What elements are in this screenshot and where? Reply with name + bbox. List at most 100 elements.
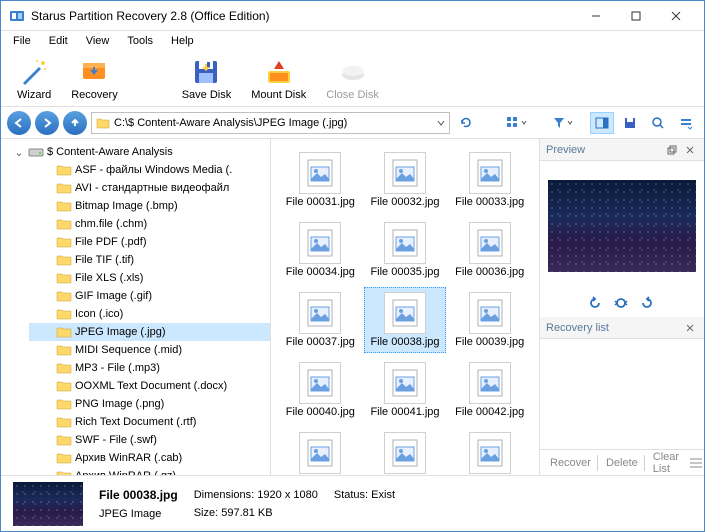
preview-title: Preview (546, 144, 585, 156)
tree-item[interactable]: GIF Image (.gif) (29, 287, 270, 305)
tree-item-label: Rich Text Document (.rtf) (75, 416, 196, 428)
file-item[interactable]: File 00040.jpg (279, 357, 362, 423)
mount-disk-button[interactable]: Mount Disk (243, 54, 314, 103)
close-button[interactable] (656, 2, 696, 30)
nav-forward-button[interactable] (35, 111, 59, 135)
recovery-button[interactable]: Recovery (63, 54, 125, 103)
options-button[interactable] (674, 112, 698, 134)
tree-item[interactable]: File XLS (.xls) (29, 269, 270, 287)
rotate-right-icon[interactable] (639, 295, 657, 313)
folder-icon (56, 451, 72, 465)
tree-item[interactable]: chm.file (.chm) (29, 215, 270, 233)
file-item[interactable]: File 00037.jpg (279, 287, 362, 353)
tree-item[interactable]: PNG Image (.png) (29, 395, 270, 413)
file-item[interactable]: File 00034.jpg (279, 217, 362, 283)
file-item[interactable]: File 00032.jpg (364, 147, 447, 213)
status-thumbnail (13, 482, 83, 526)
folder-icon (56, 397, 72, 411)
tree-item[interactable]: OOXML Text Document (.docx) (29, 377, 270, 395)
tree-item-label: MP3 - File (.mp3) (75, 362, 160, 374)
tree-item[interactable]: Bitmap Image (.bmp) (29, 197, 270, 215)
wizard-label: Wizard (17, 89, 51, 101)
file-item[interactable]: File 00041.jpg (364, 357, 447, 423)
address-bar[interactable] (91, 112, 450, 134)
tree-item[interactable]: File PDF (.pdf) (29, 233, 270, 251)
tree-item[interactable]: ASF - файлы Windows Media (. (29, 161, 270, 179)
menu-file[interactable]: File (5, 33, 39, 49)
app-icon (9, 8, 25, 24)
tree-item[interactable]: Архив WinRAR (.cab) (29, 449, 270, 467)
tree-item[interactable]: JPEG Image (.jpg) (29, 323, 270, 341)
tree-root[interactable]: ⌄ $ Content-Aware Analysis (1, 143, 270, 161)
clear-list-button[interactable]: Clear List (647, 449, 685, 476)
file-item[interactable]: File 00035.jpg (364, 217, 447, 283)
preview-body (540, 161, 704, 291)
recovery-icon (78, 56, 110, 88)
file-item[interactable]: File 00044.jpg (364, 427, 447, 475)
menu-edit[interactable]: Edit (41, 33, 76, 49)
menu-tools[interactable]: Tools (119, 33, 161, 49)
tree-item[interactable]: Rich Text Document (.rtf) (29, 413, 270, 431)
status-filename: File 00038.jpg (99, 488, 178, 502)
preview-popout-icon[interactable] (664, 142, 680, 158)
statusbar: File 00038.jpg JPEG Image Dimensions: 19… (1, 475, 704, 531)
file-name-label: File 00033.jpg (455, 196, 524, 208)
wizard-button[interactable]: Wizard (9, 54, 59, 103)
folder-icon (56, 163, 72, 177)
tree-item-label: Bitmap Image (.bmp) (75, 200, 178, 212)
tree-item[interactable]: Icon (.ico) (29, 305, 270, 323)
minimize-button[interactable] (576, 2, 616, 30)
save-disk-button[interactable]: Save Disk (174, 54, 240, 103)
menu-view[interactable]: View (78, 33, 118, 49)
recovery-view-icon[interactable] (689, 457, 703, 469)
recover-button[interactable]: Recover (544, 455, 598, 471)
tree-item-label: GIF Image (.gif) (75, 290, 152, 302)
rotate-left-icon[interactable] (587, 295, 605, 313)
collapse-icon[interactable]: ⌄ (13, 146, 25, 159)
file-list[interactable]: File 00031.jpgFile 00032.jpg File 00033.j… (271, 139, 539, 475)
maximize-button[interactable] (616, 2, 656, 30)
nav-up-button[interactable] (63, 111, 87, 135)
refresh-button[interactable] (454, 112, 478, 134)
file-item[interactable]: File 00038.jpg (364, 287, 447, 353)
tree-item[interactable]: AVI - стандартные видеофайл (29, 179, 270, 197)
address-input[interactable] (114, 117, 433, 129)
filter-button[interactable] (550, 112, 574, 134)
file-item[interactable]: File 00039.jpg (448, 287, 531, 353)
address-dropdown-icon[interactable] (437, 119, 445, 127)
file-item[interactable]: File 00042.jpg (448, 357, 531, 423)
delete-button[interactable]: Delete (600, 455, 645, 471)
file-thumbnail-icon (469, 152, 511, 194)
file-item[interactable]: File 00033.jpg (448, 147, 531, 213)
folder-icon (56, 343, 72, 357)
recovery-list-title: Recovery list (546, 322, 609, 334)
nav-back-button[interactable] (7, 111, 31, 135)
close-disk-label: Close Disk (326, 89, 379, 101)
recovery-list-body[interactable] (540, 339, 704, 449)
file-item[interactable]: File 00036.jpg (448, 217, 531, 283)
tree-item[interactable]: MIDI Sequence (.mid) (29, 341, 270, 359)
search-button[interactable] (646, 112, 670, 134)
tree-item[interactable]: SWF - File (.swf) (29, 431, 270, 449)
file-item[interactable]: File 00043.jpg (279, 427, 362, 475)
preview-close-icon[interactable] (682, 142, 698, 158)
save-button[interactable] (618, 112, 642, 134)
folder-icon (56, 379, 72, 393)
file-item[interactable]: File 00045.jpg (448, 427, 531, 475)
tree-item[interactable]: MP3 - File (.mp3) (29, 359, 270, 377)
tree-item[interactable]: Архив WinRAR (.gz) (29, 467, 270, 475)
toolbar: Wizard Recovery Save Disk Mount Disk Clo… (1, 51, 704, 107)
menu-help[interactable]: Help (163, 33, 202, 49)
rotate-180-icon[interactable] (613, 295, 631, 313)
status-status: Status: Exist (334, 489, 395, 501)
file-item[interactable]: File 00031.jpg (279, 147, 362, 213)
tree-item[interactable]: File TIF (.tif) (29, 251, 270, 269)
folder-tree[interactable]: ⌄ $ Content-Aware Analysis ASF - файлы W… (1, 139, 271, 475)
tree-item-label: MIDI Sequence (.mid) (75, 344, 182, 356)
view-mode-button[interactable] (504, 112, 528, 134)
preview-pane-button[interactable] (590, 112, 614, 134)
recovery-close-icon[interactable] (682, 320, 698, 336)
save-disk-label: Save Disk (182, 89, 232, 101)
folder-icon (56, 271, 72, 285)
file-name-label: File 00036.jpg (455, 266, 524, 278)
